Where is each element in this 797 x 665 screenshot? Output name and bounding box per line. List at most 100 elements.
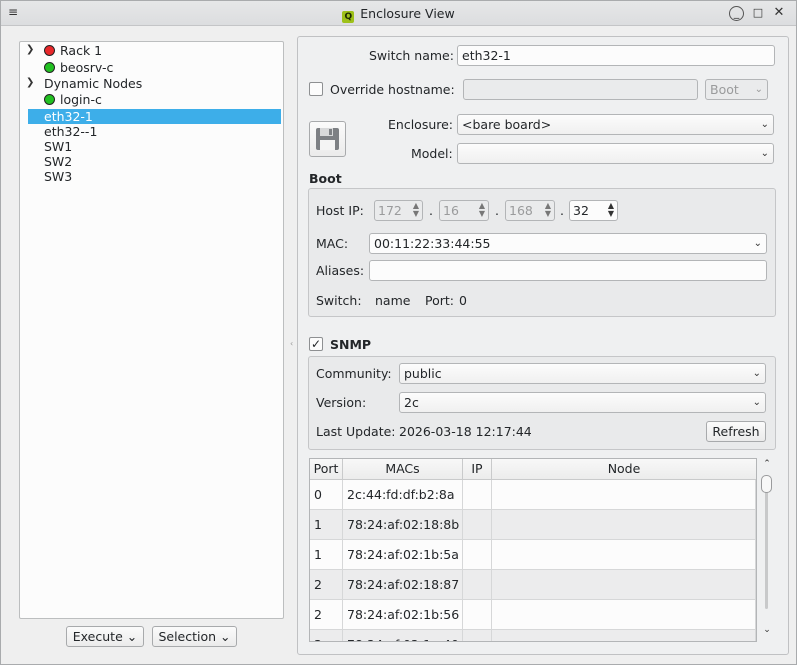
cell-ip xyxy=(463,540,492,569)
refresh-button[interactable]: Refresh xyxy=(706,421,766,442)
floppy-disk-icon xyxy=(316,128,339,150)
save-button[interactable] xyxy=(309,121,346,157)
cell-mac: 78:24:af:02:18:8b xyxy=(343,510,463,539)
tree-item-beosrv-c[interactable]: beosrv-c xyxy=(60,60,113,75)
cell-mac: 78:24:af:02:1e:40 xyxy=(343,630,463,641)
community-combo[interactable]: public ⌄ xyxy=(399,363,766,384)
host-ip-label: Host IP: xyxy=(316,203,364,218)
enclosure-view-window: ≡ Q Enclosure View _ □ ✕ ❯ Rack 1 beosrv-… xyxy=(0,0,797,665)
cell-ip xyxy=(463,510,492,539)
version-combo[interactable]: 2c ⌄ xyxy=(399,392,766,413)
snmp-checkbox[interactable]: ✓ xyxy=(309,337,323,351)
last-update-value: 2026-03-18 12:17:44 xyxy=(399,424,532,439)
maximize-icon[interactable]: □ xyxy=(750,5,766,21)
table-row[interactable]: 0 2c:44:fd:df:b2:8a xyxy=(310,480,756,510)
table-row[interactable]: 1 78:24:af:02:1b:5a xyxy=(310,540,756,570)
table-row[interactable]: 2 78:24:af:02:1b:56 xyxy=(310,600,756,630)
cell-node xyxy=(492,480,756,509)
last-update-label: Last Update: xyxy=(316,424,396,439)
status-green-icon xyxy=(44,94,55,105)
chevron-down-icon: ⌄ xyxy=(760,148,769,159)
tree-item-rack-1[interactable]: Rack 1 xyxy=(60,43,102,58)
table-row[interactable]: 1 78:24:af:02:18:8b xyxy=(310,510,756,540)
enclosure-combo[interactable]: <bare board> ⌄ xyxy=(457,114,774,135)
execute-label: Execute xyxy=(72,629,123,644)
spin-arrows-icon[interactable]: ▲ ▼ xyxy=(413,202,419,218)
cell-mac: 78:24:af:02:1b:5a xyxy=(343,540,463,569)
community-combo-value: public xyxy=(404,366,442,381)
ip-octet-4-spinbox[interactable]: 32 ▲ ▼ xyxy=(569,200,618,221)
ip-octet-3-value: 168 xyxy=(509,203,533,218)
ip-octet-2-spinbox[interactable]: 16 ▲ ▼ xyxy=(439,200,489,221)
cell-node xyxy=(492,570,756,599)
minimize-icon[interactable]: _ xyxy=(729,6,744,21)
port-label: Port: xyxy=(425,293,454,308)
port-mac-table[interactable]: Port MACs IP Node 0 2c:44:fd:df:b2:8a 1 … xyxy=(309,458,757,642)
mac-label: MAC: xyxy=(316,236,349,251)
window-title: Q Enclosure View xyxy=(1,6,796,23)
tree-item-eth32-1[interactable]: eth32-1 xyxy=(28,109,281,124)
switch-name-label: Switch name: xyxy=(369,48,454,63)
header-port[interactable]: Port xyxy=(310,459,343,479)
tree-item-sw1[interactable]: SW1 xyxy=(44,139,72,154)
scroll-up-icon[interactable]: ⌃ xyxy=(761,459,773,469)
ip-octet-4-value: 32 xyxy=(573,203,589,218)
scroll-track[interactable] xyxy=(765,489,768,609)
port-value: 0 xyxy=(459,293,467,308)
model-combo[interactable]: ⌄ xyxy=(457,143,774,164)
cell-node xyxy=(492,600,756,629)
selection-button[interactable]: Selection ⌄ xyxy=(152,626,237,647)
tree-item-sw2[interactable]: SW2 xyxy=(44,154,72,169)
enclosure-tree[interactable]: ❯ Rack 1 beosrv-c ❯ Dynamic Nodes login-… xyxy=(19,41,284,619)
boot-section-title: Boot xyxy=(309,171,342,186)
cell-ip xyxy=(463,630,492,641)
window-title-text: Enclosure View xyxy=(360,6,455,21)
splitter-handle[interactable]: ‹ xyxy=(290,339,293,348)
boot-combo[interactable]: Boot ⌄ xyxy=(705,79,768,100)
expand-arrow-icon[interactable]: ❯ xyxy=(26,77,34,88)
scroll-thumb[interactable] xyxy=(761,475,772,493)
override-hostname-checkbox[interactable] xyxy=(309,82,323,96)
header-node[interactable]: Node xyxy=(492,459,756,479)
spin-arrows-icon[interactable]: ▲ ▼ xyxy=(608,202,614,218)
override-hostname-input[interactable] xyxy=(463,79,698,100)
tree-item-sw3[interactable]: SW3 xyxy=(44,169,72,184)
ip-octet-2-value: 16 xyxy=(443,203,459,218)
selection-label: Selection xyxy=(158,629,217,644)
cell-port: 1 xyxy=(310,510,343,539)
snmp-section-title: SNMP xyxy=(330,337,372,352)
title-bar[interactable]: ≡ Q Enclosure View _ □ ✕ xyxy=(1,1,796,26)
switch-name-input[interactable]: eth32-1 xyxy=(457,45,775,66)
table-row[interactable]: 2 78:24:af:02:18:87 xyxy=(310,570,756,600)
aliases-input[interactable] xyxy=(369,260,767,281)
mac-combo-value: 00:11:22:33:44:55 xyxy=(374,236,491,251)
chevron-down-icon: ⌄ xyxy=(754,84,763,95)
execute-button[interactable]: Execute ⌄ xyxy=(66,626,144,647)
ip-octet-1-spinbox[interactable]: 172 ▲ ▼ xyxy=(374,200,423,221)
status-red-icon xyxy=(44,45,55,56)
header-ip[interactable]: IP xyxy=(463,459,492,479)
tree-item-eth32--1[interactable]: eth32--1 xyxy=(44,124,97,139)
cell-mac: 78:24:af:02:1b:56 xyxy=(343,600,463,629)
mac-combo[interactable]: 00:11:22:33:44:55 ⌄ xyxy=(369,233,767,254)
close-icon[interactable]: ✕ xyxy=(771,5,787,21)
spin-arrows-icon[interactable]: ▲ ▼ xyxy=(479,202,485,218)
chevron-down-icon: ⌄ xyxy=(752,368,761,379)
switch-value: name xyxy=(375,293,411,308)
table-scrollbar[interactable]: ⌃ ⌄ xyxy=(759,459,775,641)
header-macs[interactable]: MACs xyxy=(343,459,463,479)
spin-arrows-icon[interactable]: ▲ ▼ xyxy=(545,202,551,218)
cell-port: 1 xyxy=(310,540,343,569)
ip-octet-1-value: 172 xyxy=(378,203,402,218)
override-hostname-label: Override hostname: xyxy=(330,82,455,97)
cell-port: 2 xyxy=(310,570,343,599)
table-row[interactable]: 3 78:24:af:02:1e:40 xyxy=(310,630,756,641)
ip-octet-3-spinbox[interactable]: 168 ▲ ▼ xyxy=(505,200,555,221)
cell-ip xyxy=(463,600,492,629)
chevron-down-icon: ⌄ xyxy=(220,629,231,644)
scroll-down-icon[interactable]: ⌄ xyxy=(761,625,773,635)
chevron-down-icon: ⌄ xyxy=(752,397,761,408)
expand-arrow-icon[interactable]: ❯ xyxy=(26,44,34,55)
tree-item-login-c[interactable]: login-c xyxy=(60,92,102,107)
tree-item-dynamic-nodes[interactable]: Dynamic Nodes xyxy=(44,76,142,91)
